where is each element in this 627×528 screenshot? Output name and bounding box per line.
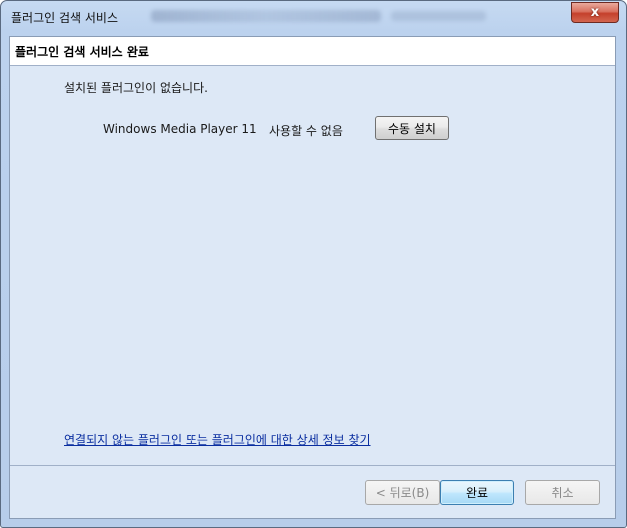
back-button[interactable]: < 뒤로(B) xyxy=(365,480,440,505)
page-title: 플러그인 검색 서비스 완료 xyxy=(15,45,149,59)
manual-install-button[interactable]: 수동 설치 xyxy=(375,116,449,140)
close-icon: x xyxy=(590,5,600,20)
blurred-title-region-2 xyxy=(391,11,486,21)
plugin-status: 사용할 수 없음 xyxy=(269,124,343,138)
page-header: 플러그인 검색 서비스 완료 xyxy=(10,37,615,66)
dialog-client-area: 플러그인 검색 서비스 완료 설치된 플러그인이 없습니다. Windows M… xyxy=(9,36,616,519)
plugin-name: Windows Media Player 11 xyxy=(103,122,257,136)
blurred-title-region xyxy=(151,10,381,22)
plugin-search-dialog: 플러그인 검색 서비스 x 플러그인 검색 서비스 완료 설치된 플러그인이 없… xyxy=(0,0,627,528)
status-message: 설치된 플러그인이 없습니다. xyxy=(64,81,208,95)
cancel-button[interactable]: 취소 xyxy=(525,480,600,505)
plugin-info-link[interactable]: 연결되지 않는 플러그인 또는 플러그인에 대한 상세 정보 찾기 xyxy=(64,431,371,448)
finish-button[interactable]: 완료 xyxy=(440,480,514,505)
window-title: 플러그인 검색 서비스 xyxy=(11,11,118,25)
content-area: 설치된 플러그인이 없습니다. Windows Media Player 11 … xyxy=(10,66,615,465)
button-bar: < 뒤로(B) 완료 취소 xyxy=(10,465,615,518)
close-button[interactable]: x xyxy=(571,2,619,23)
title-bar[interactable]: 플러그인 검색 서비스 x xyxy=(1,1,626,31)
